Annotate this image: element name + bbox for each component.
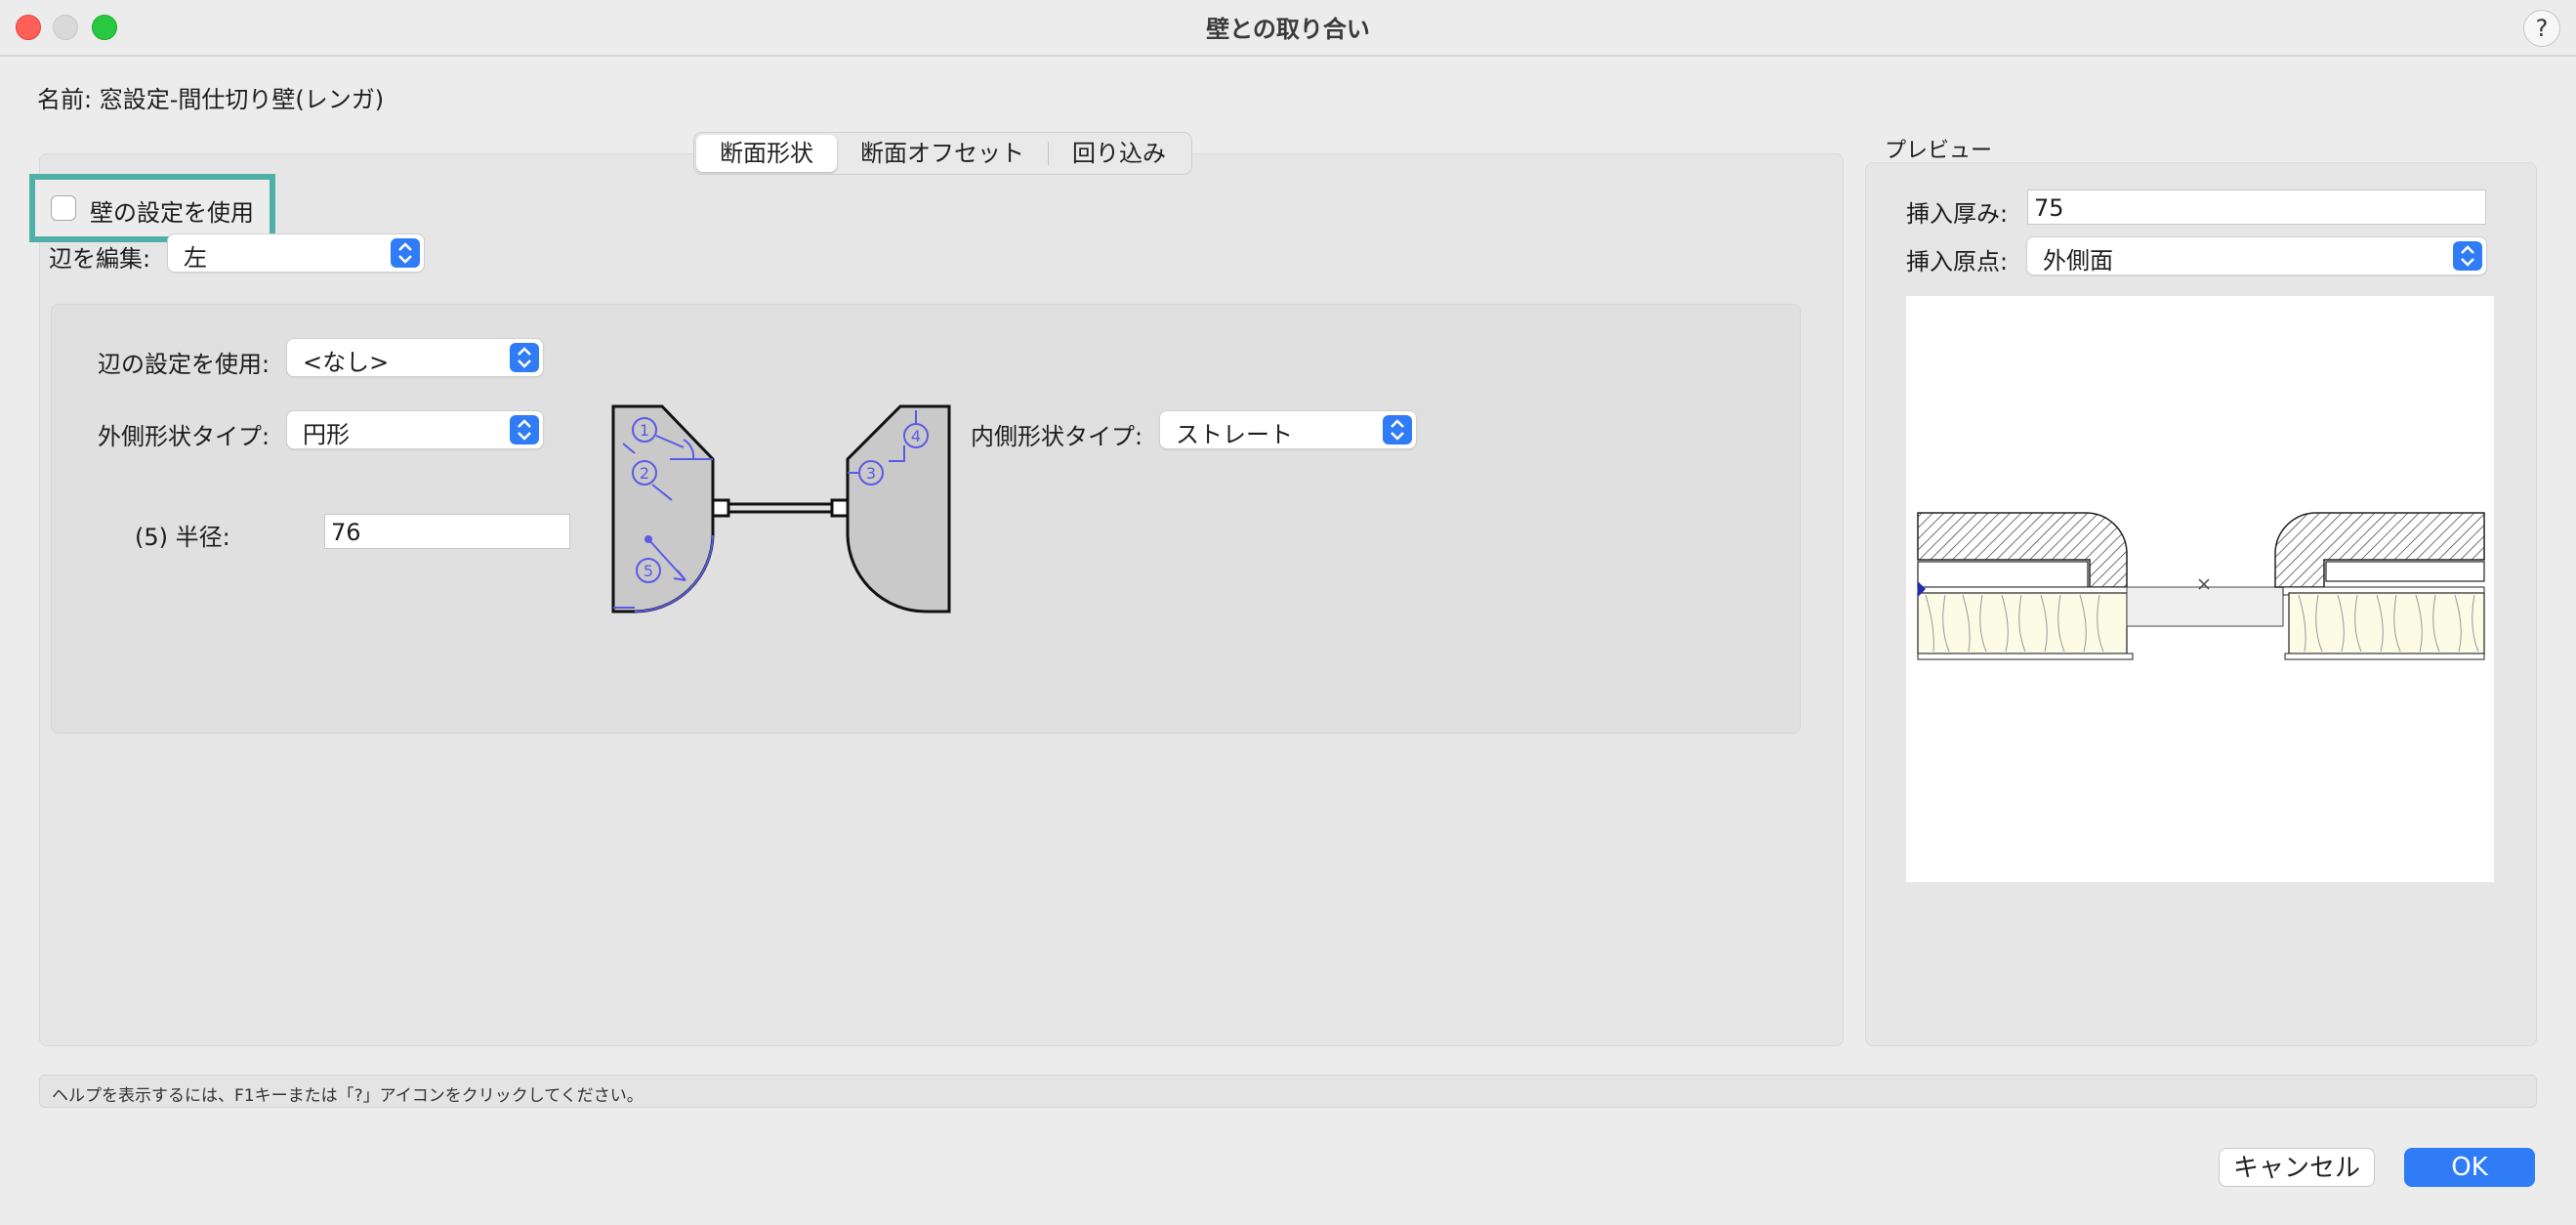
- tab-wrap[interactable]: 回り込み: [1049, 135, 1189, 172]
- help-button[interactable]: ?: [2523, 10, 2560, 47]
- outer-shape-value: 円形: [303, 421, 350, 448]
- inner-shape-label: 内側形状タイプ:: [971, 423, 1143, 450]
- object-name-label: 名前: 窓設定-間仕切り壁(レンガ): [37, 86, 385, 113]
- preview-canvas: [1906, 296, 2494, 882]
- chevron-updown-icon: [2453, 241, 2482, 271]
- cancel-button[interactable]: キャンセル: [2219, 1148, 2375, 1187]
- insert-origin-label: 挿入原点:: [1906, 248, 2009, 275]
- insert-thickness-field[interactable]: 75: [2027, 190, 2486, 225]
- diagram-label-1: 1: [640, 421, 649, 440]
- diagram-label-3: 3: [866, 464, 876, 483]
- chevron-updown-icon: [510, 415, 539, 444]
- diagram-label-4: 4: [911, 427, 921, 445]
- help-status-bar: ヘルプを表示するには、F1キーまたは「?」アイコンをクリックしてください。: [39, 1075, 2537, 1108]
- diagram-label-5: 5: [644, 562, 653, 580]
- chevron-updown-icon: [510, 343, 539, 372]
- ok-button[interactable]: OK: [2404, 1148, 2535, 1187]
- use-wall-settings-label[interactable]: 壁の設定を使用: [90, 193, 254, 228]
- side-settings-select[interactable]: <なし>: [287, 339, 543, 376]
- insert-thickness-value: 75: [2034, 194, 2064, 222]
- use-wall-settings-checkbox[interactable]: [51, 195, 76, 221]
- tab-bar: 断面形状 断面オフセット 回り込み: [693, 132, 1192, 175]
- help-status-text: ヘルプを表示するには、F1キーまたは「?」アイコンをクリックしてください。: [52, 1086, 644, 1106]
- side-settings-value: <なし>: [303, 349, 390, 376]
- inner-shape-value: ストレート: [1176, 421, 1293, 448]
- shape-diagram: 1 2 3 4 5: [611, 404, 951, 613]
- edit-side-value: 左: [184, 244, 207, 272]
- edit-side-label: 辺を編集:: [49, 245, 151, 273]
- side-settings-label: 辺の設定を使用:: [98, 351, 270, 378]
- inner-shape-select[interactable]: ストレート: [1160, 411, 1416, 448]
- insert-thickness-label: 挿入厚み:: [1906, 200, 2009, 228]
- tab-section-offset[interactable]: 断面オフセット: [837, 135, 1048, 172]
- insert-origin-select[interactable]: 外側面: [2027, 237, 2486, 275]
- insert-origin-value: 外側面: [2043, 247, 2113, 275]
- radius-value: 76: [331, 519, 361, 546]
- edit-side-select[interactable]: 左: [168, 234, 424, 272]
- outer-shape-label: 外側形状タイプ:: [98, 423, 270, 450]
- window-title: 壁との取り合い: [1206, 16, 1370, 43]
- radius-field[interactable]: 76: [324, 514, 570, 549]
- outer-shape-select[interactable]: 円形: [287, 411, 543, 448]
- chevron-updown-icon: [391, 238, 420, 268]
- preview-title: プレビュー: [1885, 139, 1993, 163]
- chevron-updown-icon: [1383, 415, 1412, 444]
- radius-label: (5) 半径:: [135, 524, 230, 551]
- tab-section-shape[interactable]: 断面形状: [696, 135, 837, 172]
- diagram-label-2: 2: [640, 464, 649, 483]
